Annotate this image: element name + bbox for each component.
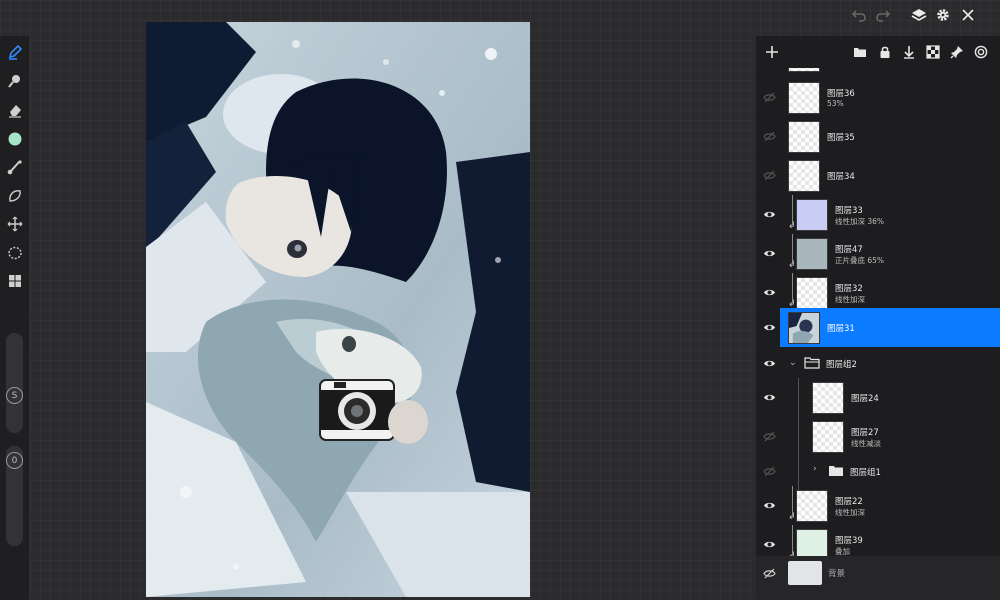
left-toolbar: S 0 — [0, 36, 29, 600]
target-icon[interactable] — [973, 44, 989, 60]
layer-thumbnail — [796, 238, 828, 270]
eye-icon[interactable] — [756, 273, 782, 312]
folder-icon — [829, 466, 843, 476]
drawing-canvas[interactable] — [146, 22, 530, 597]
layer-blend-info: 线性加深 36% — [835, 217, 885, 226]
layer-thumbnail — [796, 529, 828, 556]
add-layer-icon[interactable] — [764, 44, 780, 60]
layer-name: 图层34 — [827, 172, 855, 182]
layer-panel: 图层36 53% 图层35 图层34 ↲ 图层33 线性加深 36% ↲ 图层4… — [756, 36, 1000, 600]
layer-thumbnail — [788, 82, 820, 114]
brush-picker-icon[interactable] — [5, 157, 24, 176]
layer-name: 图层22 — [835, 497, 863, 507]
clipping-arrow-icon: ↲ — [788, 512, 796, 522]
hidden-eye-icon[interactable] — [756, 156, 782, 195]
brush-size-slider[interactable] — [6, 333, 23, 433]
gallery-icon[interactable] — [5, 271, 24, 290]
layer-row[interactable]: ↲ 图层32 线性加深 — [756, 273, 1000, 312]
layer-name: 图层39 — [835, 536, 863, 546]
top-bar — [840, 0, 1000, 30]
layer-row[interactable]: 图层34 — [756, 156, 1000, 195]
layer-blend-info: 叠加 — [835, 547, 850, 556]
layer-blend-info: 线性减淡 — [851, 439, 881, 448]
artwork-illustration — [146, 22, 530, 597]
layer-row[interactable]: 图层27 线性减淡 — [756, 417, 1000, 456]
new-folder-icon[interactable] — [852, 44, 868, 60]
close-icon[interactable] — [959, 6, 977, 24]
color-icon[interactable] — [5, 129, 24, 148]
hidden-eye-icon[interactable] — [756, 417, 782, 456]
layer-thumbnail — [812, 421, 844, 453]
chevron-down-icon[interactable]: ⌄ — [789, 358, 797, 368]
background-color-swatch[interactable] — [788, 561, 822, 585]
lock-icon[interactable] — [877, 44, 893, 60]
alpha-lock-icon[interactable] — [925, 44, 941, 60]
layer-name: 图层32 — [835, 284, 863, 294]
redo-icon[interactable] — [874, 6, 892, 24]
hidden-eye-icon[interactable] — [756, 78, 782, 117]
layer-name: 图层47 — [835, 245, 863, 255]
transform-icon[interactable] — [5, 214, 24, 233]
pen-icon[interactable] — [5, 42, 24, 61]
group-name: 图层组1 — [850, 468, 881, 478]
layer-thumbnail — [788, 121, 820, 153]
folder-open-icon — [804, 357, 820, 369]
layer-row[interactable]: 图层36 53% — [756, 78, 1000, 117]
eraser-icon[interactable] — [5, 100, 24, 119]
smudge-icon[interactable] — [5, 71, 24, 90]
layer-name: 图层24 — [851, 394, 879, 404]
lasso-icon[interactable] — [5, 186, 24, 205]
layer-name: 图层27 — [851, 428, 879, 438]
layer-blend-info: 线性加深 — [835, 508, 865, 517]
merge-down-icon[interactable] — [901, 44, 917, 60]
layer-row-selected[interactable]: 图层31 — [763, 308, 1000, 347]
thumbnail-art — [789, 313, 819, 343]
layer-row[interactable]: ↲ 图层47 正片叠底 65% — [756, 234, 1000, 273]
layer-name: 图层36 — [827, 89, 855, 99]
eye-icon[interactable] — [756, 195, 782, 234]
eye-icon[interactable] — [756, 378, 782, 417]
layer-thumbnail — [796, 490, 828, 522]
group-name: 图层组2 — [826, 360, 857, 370]
opacity-knob[interactable]: 0 — [6, 452, 23, 469]
layer-list: 图层36 53% 图层35 图层34 ↲ 图层33 线性加深 36% ↲ 图层4… — [756, 68, 1000, 556]
eye-icon[interactable] — [756, 525, 782, 556]
clipping-arrow-icon: ↲ — [788, 221, 796, 231]
eye-icon[interactable] — [756, 308, 782, 347]
brush-size-knob[interactable]: S — [6, 387, 23, 404]
undo-icon[interactable] — [850, 6, 868, 24]
layer-row[interactable]: 图层35 — [756, 117, 1000, 156]
pin-icon[interactable] — [949, 44, 965, 60]
layer-thumbnail — [812, 382, 844, 414]
layer-blend-info: 线性加深 — [835, 295, 865, 304]
background-layer-row[interactable]: 背景 — [756, 556, 1000, 600]
layer-row[interactable]: ↲ 图层39 叠加 — [756, 525, 1000, 556]
hidden-eye-icon[interactable] — [756, 556, 782, 590]
hidden-eye-icon[interactable] — [756, 117, 782, 156]
layer-name: 图层33 — [835, 206, 863, 216]
layer-blend-info: 53% — [827, 99, 844, 108]
layer-thumbnail — [796, 277, 828, 309]
layer-row[interactable]: ↲ 图层22 线性加深 — [756, 486, 1000, 525]
selection-icon[interactable] — [5, 243, 24, 262]
eye-icon[interactable] — [756, 234, 782, 273]
layer-thumbnail — [796, 199, 828, 231]
eye-icon[interactable] — [756, 486, 782, 525]
layer-panel-toolbar — [756, 36, 1000, 68]
background-layer-name: 背景 — [828, 569, 846, 579]
layer-thumbnail — [788, 312, 820, 344]
layer-thumbnail — [788, 160, 820, 192]
layer-name: 图层35 — [827, 133, 855, 143]
clipping-arrow-icon: ↲ — [788, 260, 796, 270]
layer-row[interactable]: ↲ 图层33 线性加深 36% — [756, 195, 1000, 234]
layers-icon[interactable] — [910, 6, 928, 24]
layer-blend-info: 正片叠底 65% — [835, 256, 885, 265]
layer-thumbnail — [788, 68, 820, 72]
chevron-right-icon[interactable]: › — [813, 464, 817, 474]
layer-name: 图层31 — [827, 324, 855, 334]
layer-row[interactable]: 图层24 — [756, 378, 1000, 417]
settings-icon[interactable] — [934, 6, 952, 24]
